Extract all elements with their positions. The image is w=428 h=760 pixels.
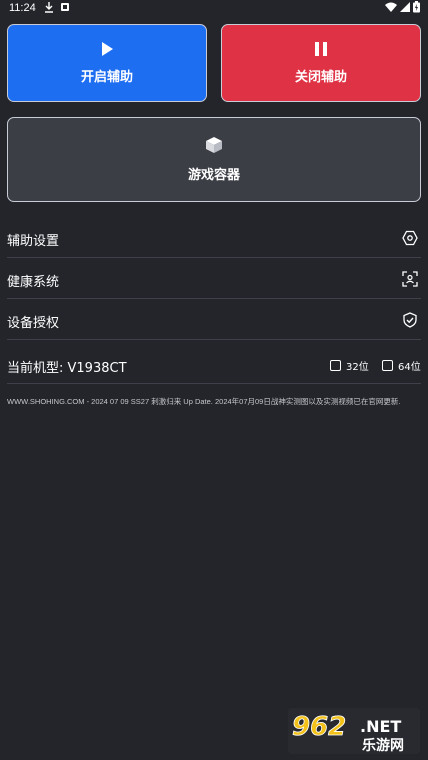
menu-item-label: 健康系统 [7,275,60,290]
checkbox-box [382,360,393,371]
stop-assist-label: 关闭辅助 [294,70,347,85]
signal-icon [400,1,410,18]
wifi-icon [385,1,397,18]
checkbox-32bit[interactable]: 32位 [330,358,369,373]
watermark-suffix: .NET [360,717,401,736]
checkbox-box [330,360,341,371]
watermark-brand: 962 [292,712,346,742]
menu-item-label: 设备授权 [7,316,60,331]
watermark-site: 乐游网 [362,737,404,754]
status-bar: 11:24 [0,0,428,18]
device-model-row: 当前机型: V1938CT 32位 64位 [7,344,421,384]
game-container-label: 游戏容器 [187,168,240,183]
watermark-logo: 962 .NET 乐游网 [288,708,420,754]
checkbox-64bit-label: 64位 [398,362,421,373]
download-icon [44,1,54,18]
play-icon [100,41,114,60]
checkbox-32bit-label: 32位 [346,362,369,373]
menu-item-label: 辅助设置 [7,234,60,249]
menu-item-assist-settings[interactable]: 辅助设置 [7,218,421,258]
start-assist-button[interactable]: 开启辅助 [7,24,207,102]
shield-check-icon [402,312,418,328]
battery-icon [413,1,420,18]
pause-icon [315,41,327,60]
app-notification-icon [60,1,70,18]
menu-item-device-authorization[interactable]: 设备授权 [7,300,421,340]
stop-assist-button[interactable]: 关闭辅助 [221,24,421,102]
menu-item-health-system[interactable]: 健康系统 [7,259,421,299]
checkbox-64bit[interactable]: 64位 [382,358,421,373]
game-container-button[interactable]: 游戏容器 [7,117,421,202]
device-model-label: 当前机型: V1938CT [7,361,127,376]
face-scan-icon [402,271,418,287]
update-notice: WWW.SHOHING.COM - 2024 07 09 SS27 刺激归来 U… [7,397,401,406]
start-assist-label: 开启辅助 [80,70,133,85]
hexagon-settings-icon [402,230,418,246]
status-time: 11:24 [9,2,36,14]
cube-icon [205,136,223,158]
